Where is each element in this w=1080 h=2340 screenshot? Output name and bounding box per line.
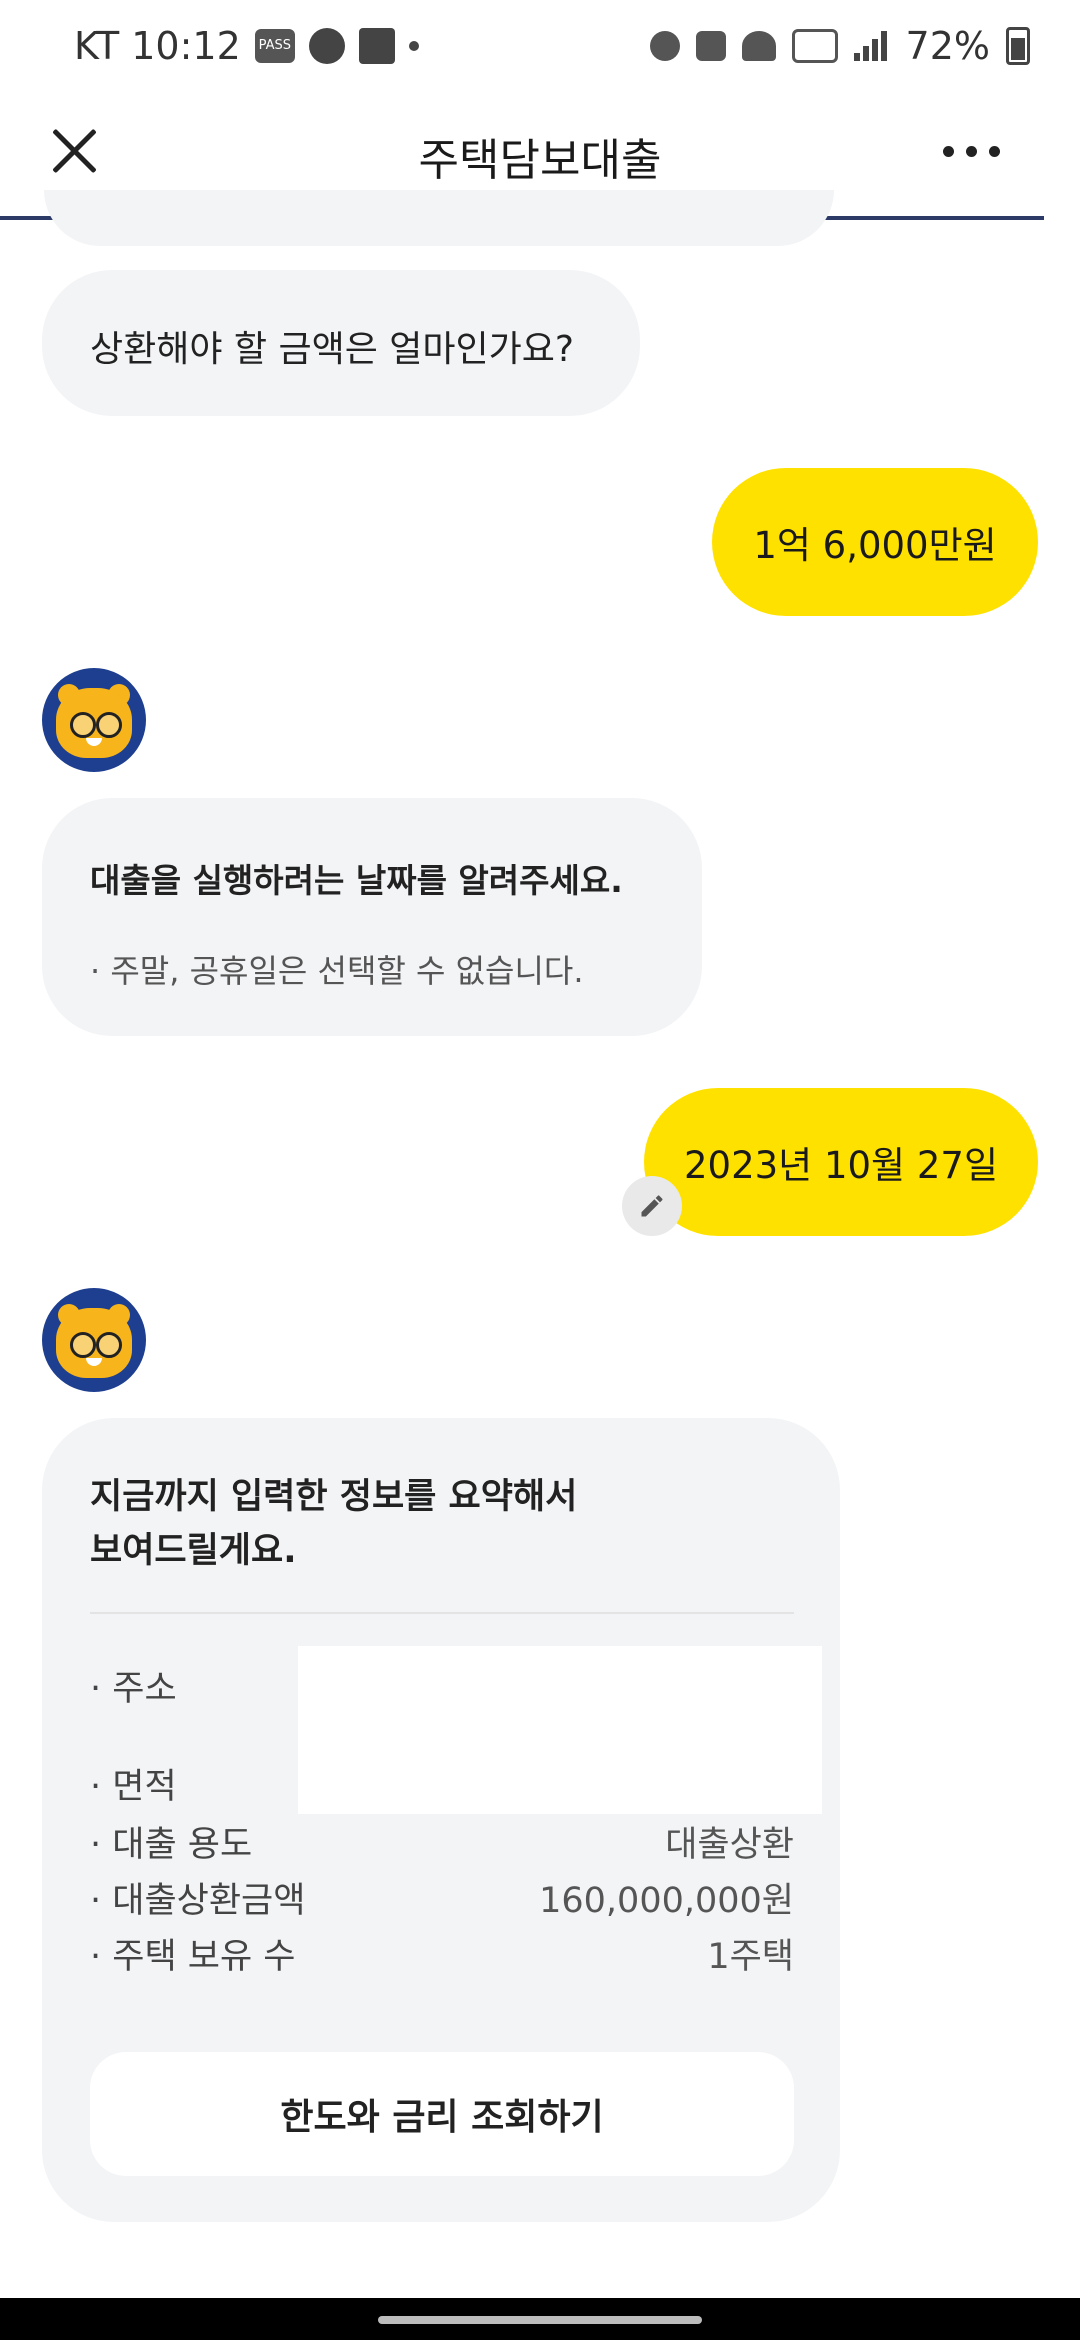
wifi-icon — [741, 31, 776, 61]
pencil-icon[interactable] — [622, 1176, 682, 1236]
summary-card: 지금까지 입력한 정보를 요약해서 보여드릴게요. · 주소 · 면적 · 대출… — [42, 1418, 840, 2222]
status-right: 72% — [649, 24, 1030, 68]
pass-app-icon: PASS — [254, 29, 295, 63]
row-value: 160,000,000원 — [539, 1881, 794, 1921]
bot-message-repay: 상환해야 할 금액은 얼마인가요? — [42, 270, 640, 416]
limit-rate-inquiry-button[interactable]: 한도와 금리 조회하기 — [90, 2052, 794, 2176]
summary-title-line2: 보여드릴게요. — [90, 1531, 297, 1571]
mascot-avatar — [42, 668, 146, 772]
summary-row-houses: · 주택 보유 수 1주택 — [90, 1928, 794, 1977]
summary-title: 지금까지 입력한 정보를 요약해서 보여드릴게요. — [90, 1470, 577, 1578]
signal-icon — [853, 31, 890, 61]
row-label: · 대출상환금액 — [90, 1881, 306, 1921]
summary-row-purpose: · 대출 용도 대출상환 — [90, 1816, 794, 1865]
chat-notification-icon — [308, 28, 345, 64]
battery-icon — [1006, 27, 1030, 65]
summary-divider — [90, 1612, 794, 1614]
bot-date-note: · 주말, 공휴일은 선택할 수 없습니다. — [90, 952, 584, 990]
summary-title-line1: 지금까지 입력한 정보를 요약해서 — [90, 1477, 578, 1517]
bot-message-text: 상환해야 할 금액은 얼마인가요? — [90, 329, 574, 370]
row-value: 1주택 — [707, 1937, 794, 1977]
gallery-notification-icon — [358, 28, 395, 64]
row-label: · 면적 — [90, 1767, 177, 1807]
row-label: · 대출 용도 — [90, 1825, 253, 1865]
previous-bot-bubble — [44, 190, 834, 246]
bot-date-title: 대출을 실행하려는 날짜를 알려주세요. — [90, 861, 623, 900]
battery-percent: 72% — [905, 24, 990, 68]
home-gesture-handle[interactable] — [378, 2316, 702, 2324]
summary-row-amount: · 대출상환금액 160,000,000원 — [90, 1872, 794, 1921]
more-notifications-icon — [408, 41, 419, 51]
system-nav-bar — [0, 2298, 1080, 2340]
status-bar: KT 10:12 PASS 72% — [0, 0, 1080, 100]
status-left: KT 10:12 PASS — [74, 24, 419, 68]
mascot-avatar — [42, 1288, 146, 1392]
carrier-time: KT 10:12 — [74, 24, 241, 68]
more-icon[interactable] — [943, 146, 1000, 157]
hd-icon — [791, 29, 838, 63]
redacted-block — [298, 1646, 822, 1814]
row-label: · 주택 보유 수 — [90, 1937, 296, 1977]
bot-message-date: 대출을 실행하려는 날짜를 알려주세요. · 주말, 공휴일은 선택할 수 없습… — [42, 798, 702, 1036]
row-label: · 주소 — [90, 1669, 177, 1709]
user-message-date: 2023년 10월 27일 — [644, 1088, 1038, 1236]
row-value: 대출상환 — [665, 1825, 794, 1865]
mute-icon — [695, 31, 726, 61]
user-message-amount: 1억 6,000만원 — [712, 468, 1038, 616]
alarm-icon — [649, 31, 680, 61]
page-title: 주택담보대출 — [418, 135, 662, 186]
